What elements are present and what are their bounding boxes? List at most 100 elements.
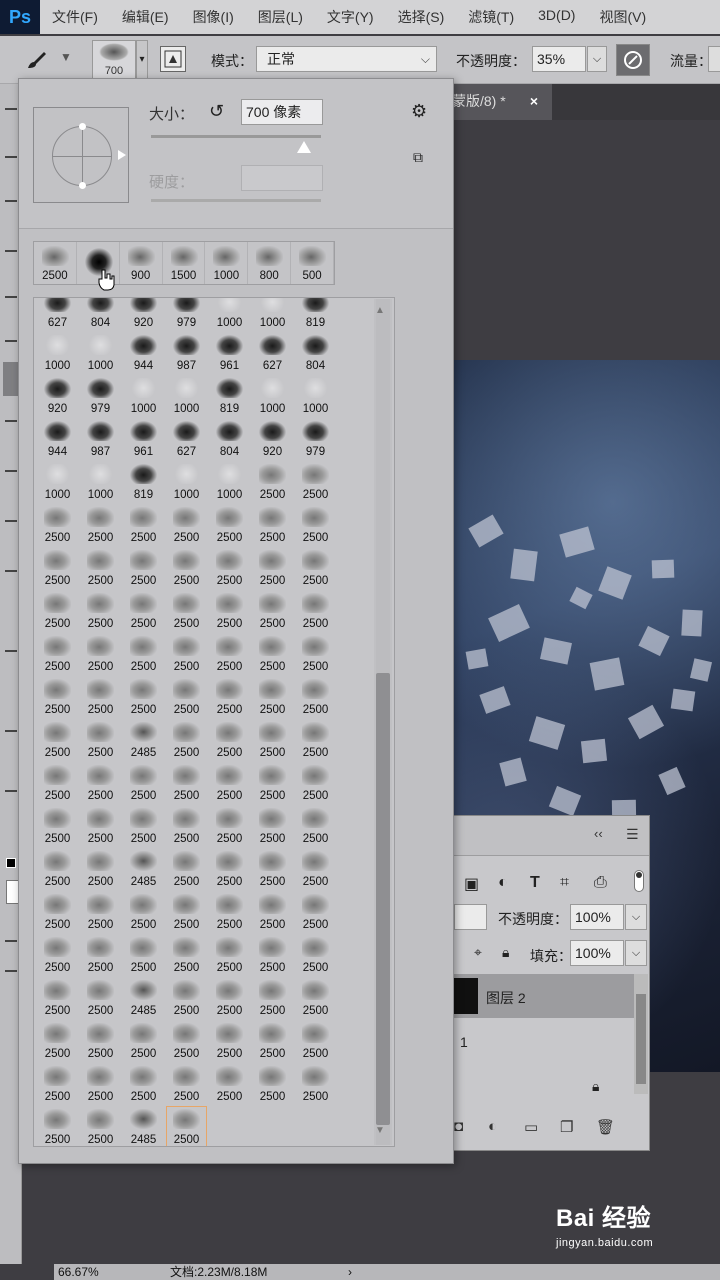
- tool-icon[interactable]: [5, 194, 17, 202]
- brush-preset-cell[interactable]: 2485: [122, 847, 165, 890]
- brush-preset-cell[interactable]: 1000: [165, 460, 208, 503]
- layer-opacity-input[interactable]: 100%: [570, 904, 624, 930]
- lock-position-icon[interactable]: ⌖: [474, 944, 482, 961]
- brush-preset-cell[interactable]: 2500: [122, 761, 165, 804]
- angle-arrow-icon[interactable]: [118, 150, 126, 160]
- brush-preset-cell[interactable]: 2485: [122, 1105, 165, 1146]
- brush-preset-cell[interactable]: 944: [36, 417, 79, 460]
- mode-select[interactable]: 正常 ⌵: [256, 46, 437, 72]
- brush-preset-cell[interactable]: 819: [208, 374, 251, 417]
- brush-preset-cell[interactable]: 2500: [251, 589, 294, 632]
- brush-size-input[interactable]: 700 像素: [241, 99, 323, 125]
- brush-preset-cell[interactable]: 2500: [36, 546, 79, 589]
- brush-preset-cell[interactable]: 2500: [208, 546, 251, 589]
- tool-icon[interactable]: [5, 414, 17, 422]
- brush-preset-cell[interactable]: 2500: [208, 1062, 251, 1105]
- brush-preset-cell[interactable]: 2500: [208, 976, 251, 1019]
- tool-icon[interactable]: [5, 150, 17, 158]
- recent-brush-cell[interactable]: 1000: [205, 242, 249, 284]
- brush-preset-cell[interactable]: 2500: [294, 675, 337, 718]
- brush-preset-cell[interactable]: 1000: [165, 374, 208, 417]
- brush-preset-cell[interactable]: 2500: [79, 933, 122, 976]
- brush-preset-cell[interactable]: 2500: [79, 1105, 122, 1146]
- brush-preset-cell[interactable]: 2500: [294, 632, 337, 675]
- brush-preset-cell[interactable]: 2500: [208, 933, 251, 976]
- foreground-color-swatch[interactable]: [6, 858, 16, 868]
- flow-input[interactable]: [708, 46, 720, 72]
- menu-item[interactable]: 图像(I): [181, 7, 246, 27]
- brush-preset-cell[interactable]: 2500: [122, 675, 165, 718]
- brush-preset-cell[interactable]: 2500: [165, 632, 208, 675]
- brush-preset-cell[interactable]: 1000: [294, 374, 337, 417]
- brush-preset-cell[interactable]: 2500: [36, 890, 79, 933]
- brush-preset-cell[interactable]: 2500: [36, 976, 79, 1019]
- opacity-chevron-icon[interactable]: ⌵: [587, 46, 607, 72]
- tool-icon[interactable]: [5, 564, 17, 572]
- brush-preset-cell[interactable]: 2500: [36, 761, 79, 804]
- brush-preset-cell[interactable]: 2500: [165, 976, 208, 1019]
- brush-preset-cell[interactable]: 2500: [79, 761, 122, 804]
- brush-preset-cell[interactable]: 2500: [208, 589, 251, 632]
- brush-preset-cell[interactable]: 2500: [294, 761, 337, 804]
- zoom-level[interactable]: 66.67%: [58, 1264, 99, 1280]
- brush-preset-cell[interactable]: 2500: [165, 890, 208, 933]
- recent-brush-cell[interactable]: 900: [120, 242, 163, 284]
- brush-preset-cell[interactable]: 627: [165, 417, 208, 460]
- brush-preset-cell[interactable]: 2500: [79, 804, 122, 847]
- brush-preset-cell[interactable]: 2485: [122, 976, 165, 1019]
- reset-size-icon[interactable]: ↺: [209, 101, 224, 122]
- brush-preset-cell[interactable]: 819: [122, 460, 165, 503]
- tool-icon[interactable]: [5, 514, 17, 522]
- brush-preset-cell[interactable]: 2500: [79, 1019, 122, 1062]
- brush-preset-cell[interactable]: 1000: [208, 460, 251, 503]
- brush-preset-cell[interactable]: 2500: [122, 1019, 165, 1062]
- opacity-input[interactable]: 35%: [532, 46, 586, 72]
- brush-preset-cell[interactable]: 2500: [165, 761, 208, 804]
- brush-preset-cell[interactable]: 2500: [294, 460, 337, 503]
- tool-preset-caret-icon[interactable]: ▼: [60, 50, 72, 64]
- brush-preset-cell[interactable]: 2500: [36, 675, 79, 718]
- tool-icon[interactable]: [5, 290, 17, 298]
- brush-preset-cell[interactable]: 2500: [294, 1062, 337, 1105]
- layer-row-active[interactable]: 图层 2: [454, 974, 634, 1018]
- brush-preset-cell[interactable]: 2500: [36, 804, 79, 847]
- brush-preset-cell[interactable]: 2500: [165, 1062, 208, 1105]
- brush-preset-cell[interactable]: 2500: [79, 718, 122, 761]
- brush-preset-cell[interactable]: 2500: [251, 1062, 294, 1105]
- brush-preset-cell[interactable]: 1000: [79, 460, 122, 503]
- tool-icon[interactable]: [5, 964, 17, 972]
- brush-preset-cell[interactable]: 2500: [251, 546, 294, 589]
- brush-preset-cell[interactable]: 2500: [79, 503, 122, 546]
- brush-preset-cell[interactable]: 2500: [251, 847, 294, 890]
- shape-filter-icon[interactable]: ⌗: [560, 874, 569, 892]
- brush-preset-cell[interactable]: 2500: [122, 1062, 165, 1105]
- menu-item[interactable]: 选择(S): [386, 7, 457, 27]
- brush-preset-cell[interactable]: 2500: [165, 804, 208, 847]
- brush-preset-cell[interactable]: 2500: [165, 589, 208, 632]
- tool-icon[interactable]: [5, 244, 17, 252]
- size-slider[interactable]: [151, 135, 321, 153]
- menu-item[interactable]: 3D(D): [526, 7, 587, 27]
- brush-preset-cell[interactable]: 2500: [251, 976, 294, 1019]
- brush-preset-cell[interactable]: 2500: [251, 503, 294, 546]
- brush-preset-cell[interactable]: 961: [122, 417, 165, 460]
- brush-preset-cell[interactable]: 1000: [36, 460, 79, 503]
- brush-preset-cell[interactable]: 2500: [294, 718, 337, 761]
- brush-preset-cell[interactable]: 2500: [294, 847, 337, 890]
- layer-row[interactable]: 1: [460, 1034, 468, 1050]
- brush-preset-cell[interactable]: 2500: [251, 718, 294, 761]
- brush-preset-cell[interactable]: 2500: [208, 847, 251, 890]
- brush-preset-cell[interactable]: 2500: [208, 1019, 251, 1062]
- close-icon[interactable]: ×: [530, 84, 538, 118]
- brush-preset-cell[interactable]: 979: [294, 417, 337, 460]
- brush-tool-button[interactable]: [3, 362, 18, 396]
- brush-preset-cell[interactable]: 1000: [79, 331, 122, 374]
- brush-preset-cell[interactable]: 2500: [251, 933, 294, 976]
- brush-preset-cell[interactable]: 2500: [79, 976, 122, 1019]
- brush-preset-cell[interactable]: 2500: [36, 847, 79, 890]
- tool-icon[interactable]: [5, 724, 17, 732]
- brush-preset-cell[interactable]: 2500: [165, 933, 208, 976]
- brush-preset-cell[interactable]: 2500: [122, 546, 165, 589]
- collapse-panel-icon[interactable]: ‹‹: [594, 826, 603, 841]
- brush-preset-cell[interactable]: 2500: [165, 546, 208, 589]
